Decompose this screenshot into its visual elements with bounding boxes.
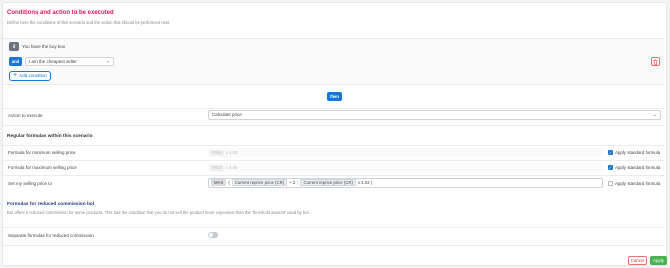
formula-operator: x 1.02 ): [357, 180, 373, 185]
formula-function-chip[interactable]: MAX: [211, 179, 227, 187]
reduced-commission-description: Bol offers a reduced commission for some…: [7, 210, 310, 215]
selling-price-formula-field[interactable]: MAX(Current reprice price (CR) + 2; Curren…: [208, 178, 603, 188]
divider: [3, 227, 664, 228]
trash-icon: [653, 59, 658, 67]
formula-separator: ;: [297, 180, 299, 185]
apply-standard-min-checkbox[interactable]: ✓: [608, 150, 613, 155]
toggle-knob: [209, 233, 213, 237]
page-title: Conditions and action to be executed: [7, 10, 114, 16]
add-condition-label: Add condition: [19, 73, 47, 78]
max-price-label: Formula for maximum selling price: [8, 165, 77, 170]
apply-standard-selling-checkbox[interactable]: [608, 181, 613, 186]
page-subtitle: Define here the conditions of this scena…: [7, 20, 171, 25]
apply-standard-min-label: Apply standard formula: [615, 150, 661, 155]
formula-operator: + 2: [289, 180, 296, 185]
separate-formulas-toggle[interactable]: [208, 232, 218, 238]
reduced-commission-heading: Formulas for reduced commission bol: [7, 202, 95, 207]
action-value: Calculate price: [212, 112, 242, 117]
divider: [3, 175, 664, 176]
formula-term-chip[interactable]: Current reprice price (CR): [300, 179, 356, 187]
selling-price-label: Set my selling price to: [8, 181, 53, 186]
chevron-down-icon: ⌄: [652, 112, 657, 118]
separate-formulas-label: Separate formulas for reduced commission: [8, 233, 94, 238]
apply-button[interactable]: Apply: [650, 256, 667, 265]
apply-standard-selling-label: Apply standard formula: [615, 181, 661, 186]
second-condition-select[interactable]: I am the cheapest seller ⌄: [25, 57, 114, 66]
min-price-formula-field[interactable]: Price x 4.00: [208, 148, 603, 157]
min-price-label: Formula for minimum selling price: [8, 150, 76, 155]
divider: [3, 125, 664, 126]
divider: [3, 108, 664, 109]
and-operator-button[interactable]: and: [9, 57, 22, 66]
formula-placeholder-op: x 4.00: [225, 165, 238, 170]
regular-formulas-heading: Regular formulas within this scenario: [7, 134, 93, 139]
divider: [3, 160, 664, 161]
apply-standard-max-label: Apply standard formula: [615, 165, 661, 170]
formula-placeholder-op: x 4.00: [225, 150, 238, 155]
if-badge: if: [9, 42, 19, 51]
divider: [3, 145, 664, 146]
cancel-button[interactable]: Cancel: [628, 256, 647, 265]
apply-standard-max-checkbox[interactable]: ✓: [608, 165, 613, 170]
price-placeholder-chip: Price: [210, 165, 224, 171]
first-condition-label: You have the buy box: [22, 44, 66, 49]
plus-icon: +: [13, 71, 18, 79]
chevron-down-icon: ⌄: [105, 58, 110, 64]
action-select[interactable]: Calculate price ⌄: [208, 110, 661, 120]
then-badge: then: [327, 92, 342, 101]
add-condition-button[interactable]: + Add condition: [9, 71, 51, 81]
formula-separator: (: [228, 180, 230, 185]
second-condition-value: I am the cheapest seller: [29, 59, 77, 64]
action-label: Action to execute: [8, 113, 43, 118]
formula-term-chip[interactable]: Current reprice price (CR): [231, 179, 288, 187]
max-price-formula-field[interactable]: Price x 4.00: [208, 163, 603, 172]
price-placeholder-chip: Price: [210, 150, 224, 156]
divider: [3, 245, 664, 246]
delete-condition-button[interactable]: [651, 57, 660, 66]
